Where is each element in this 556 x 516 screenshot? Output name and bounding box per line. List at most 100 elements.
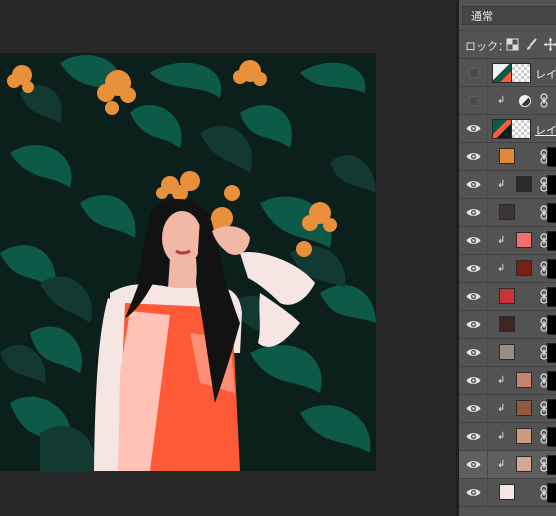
divider: [487, 283, 488, 311]
layer-mask-thumbnail[interactable]: [547, 203, 556, 223]
clipping-arrow-icon: ↲: [497, 375, 506, 386]
layer-row[interactable]: [459, 143, 556, 171]
divider: [487, 115, 488, 143]
layer-row[interactable]: [459, 479, 556, 507]
layer-mask-thumbnail[interactable]: [547, 399, 556, 419]
layer-row[interactable]: ↲: [459, 395, 556, 423]
layer-mask-thumbnail[interactable]: [547, 427, 556, 447]
eye-icon[interactable]: [466, 235, 481, 246]
lock-row: ロック：: [459, 30, 556, 59]
divider: [487, 479, 488, 507]
fill-color-swatch[interactable]: [516, 260, 532, 276]
layer-name[interactable]: レイヤ: [535, 66, 556, 82]
layer-mask-thumbnail[interactable]: [547, 371, 556, 391]
move-lock-icon[interactable]: [544, 38, 556, 51]
divider: [487, 143, 488, 171]
clipping-arrow-icon: ↲: [497, 431, 506, 442]
fill-color-swatch[interactable]: [499, 316, 515, 332]
layer-row[interactable]: ↲: [459, 451, 556, 479]
layer-mask-thumbnail[interactable]: [511, 63, 531, 83]
layer-mask-thumbnail[interactable]: [511, 119, 531, 139]
divider: [487, 367, 488, 395]
fill-color-swatch[interactable]: [499, 204, 515, 220]
eye-icon[interactable]: [466, 263, 481, 274]
eye-icon[interactable]: [466, 459, 481, 470]
lock-label: ロック：: [465, 40, 509, 53]
eye-icon[interactable]: [466, 403, 481, 414]
layer-row[interactable]: レイヤ: [459, 59, 556, 87]
fill-color-swatch[interactable]: [516, 400, 532, 416]
fill-color-swatch[interactable]: [499, 288, 515, 304]
adjustment-layer-icon[interactable]: [519, 95, 531, 107]
fill-color-swatch[interactable]: [516, 372, 532, 388]
layer-mask-thumbnail[interactable]: [547, 287, 556, 307]
clipping-arrow-icon: ↲: [497, 95, 506, 106]
layer-mask-thumbnail[interactable]: [547, 175, 556, 195]
eye-icon[interactable]: [466, 123, 481, 134]
layer-row[interactable]: ↲: [459, 227, 556, 255]
layer-thumbnail[interactable]: [492, 119, 512, 139]
divider: [487, 171, 488, 199]
layer-mask-thumbnail[interactable]: [547, 147, 556, 167]
layer-row[interactable]: [459, 339, 556, 367]
link-icon[interactable]: [540, 93, 548, 108]
divider: [487, 59, 488, 87]
clipping-arrow-icon: ↲: [497, 179, 506, 190]
layer-row[interactable]: ↲: [459, 171, 556, 199]
layer-thumbnail[interactable]: [492, 63, 512, 83]
visibility-toggle[interactable]: [469, 96, 479, 106]
eye-icon[interactable]: [466, 179, 481, 190]
divider: [487, 255, 488, 283]
layer-mask-thumbnail[interactable]: [547, 315, 556, 335]
visibility-toggle[interactable]: [469, 68, 479, 78]
fill-color-swatch[interactable]: [516, 176, 532, 192]
layer-list: レイヤ ↲ レイヤ ↲ ↲ ↲ ↲ ↲ ↲ ↲: [459, 59, 556, 507]
artwork-illustration: [0, 53, 376, 471]
divider: [487, 451, 488, 479]
eye-icon[interactable]: [466, 291, 481, 302]
fill-color-swatch[interactable]: [499, 148, 515, 164]
fill-color-swatch[interactable]: [499, 484, 515, 500]
layer-row[interactable]: ↲: [459, 423, 556, 451]
document-canvas-area[interactable]: [0, 0, 456, 516]
clipping-arrow-icon: ↲: [497, 235, 506, 246]
divider: [487, 227, 488, 255]
layer-row[interactable]: ↲: [459, 367, 556, 395]
artwork-canvas[interactable]: [0, 53, 376, 471]
divider: [487, 87, 488, 115]
layer-mask-thumbnail[interactable]: [547, 343, 556, 363]
layer-row[interactable]: レイヤ: [459, 115, 556, 143]
layer-mask-thumbnail[interactable]: [547, 483, 556, 503]
layer-mask-thumbnail[interactable]: [547, 455, 556, 475]
eye-icon[interactable]: [466, 347, 481, 358]
eye-icon[interactable]: [466, 431, 481, 442]
clipping-arrow-icon: ↲: [497, 403, 506, 414]
blend-mode-dropdown[interactable]: 通常: [462, 6, 556, 25]
layer-mask-thumbnail[interactable]: [547, 259, 556, 279]
layer-mask-thumbnail[interactable]: [547, 231, 556, 251]
eye-icon[interactable]: [466, 207, 481, 218]
eye-icon[interactable]: [466, 319, 481, 330]
divider: [487, 423, 488, 451]
layer-row[interactable]: ↲: [459, 87, 556, 115]
layer-name[interactable]: レイヤ: [535, 122, 556, 138]
layer-row[interactable]: [459, 311, 556, 339]
transparency-lock-icon[interactable]: [506, 38, 519, 51]
fill-color-swatch[interactable]: [499, 344, 515, 360]
eye-icon[interactable]: [466, 487, 481, 498]
brush-lock-icon[interactable]: [525, 38, 538, 51]
divider: [487, 339, 488, 367]
divider: [487, 311, 488, 339]
clipping-arrow-icon: ↲: [497, 459, 506, 470]
divider: [487, 395, 488, 423]
layer-row[interactable]: [459, 283, 556, 311]
divider: [487, 199, 488, 227]
blend-mode-row: 通常: [459, 0, 556, 30]
layer-row[interactable]: ↲: [459, 255, 556, 283]
fill-color-swatch[interactable]: [516, 232, 532, 248]
fill-color-swatch[interactable]: [516, 428, 532, 444]
fill-color-swatch[interactable]: [516, 456, 532, 472]
eye-icon[interactable]: [466, 375, 481, 386]
layer-row[interactable]: [459, 199, 556, 227]
eye-icon[interactable]: [466, 151, 481, 162]
